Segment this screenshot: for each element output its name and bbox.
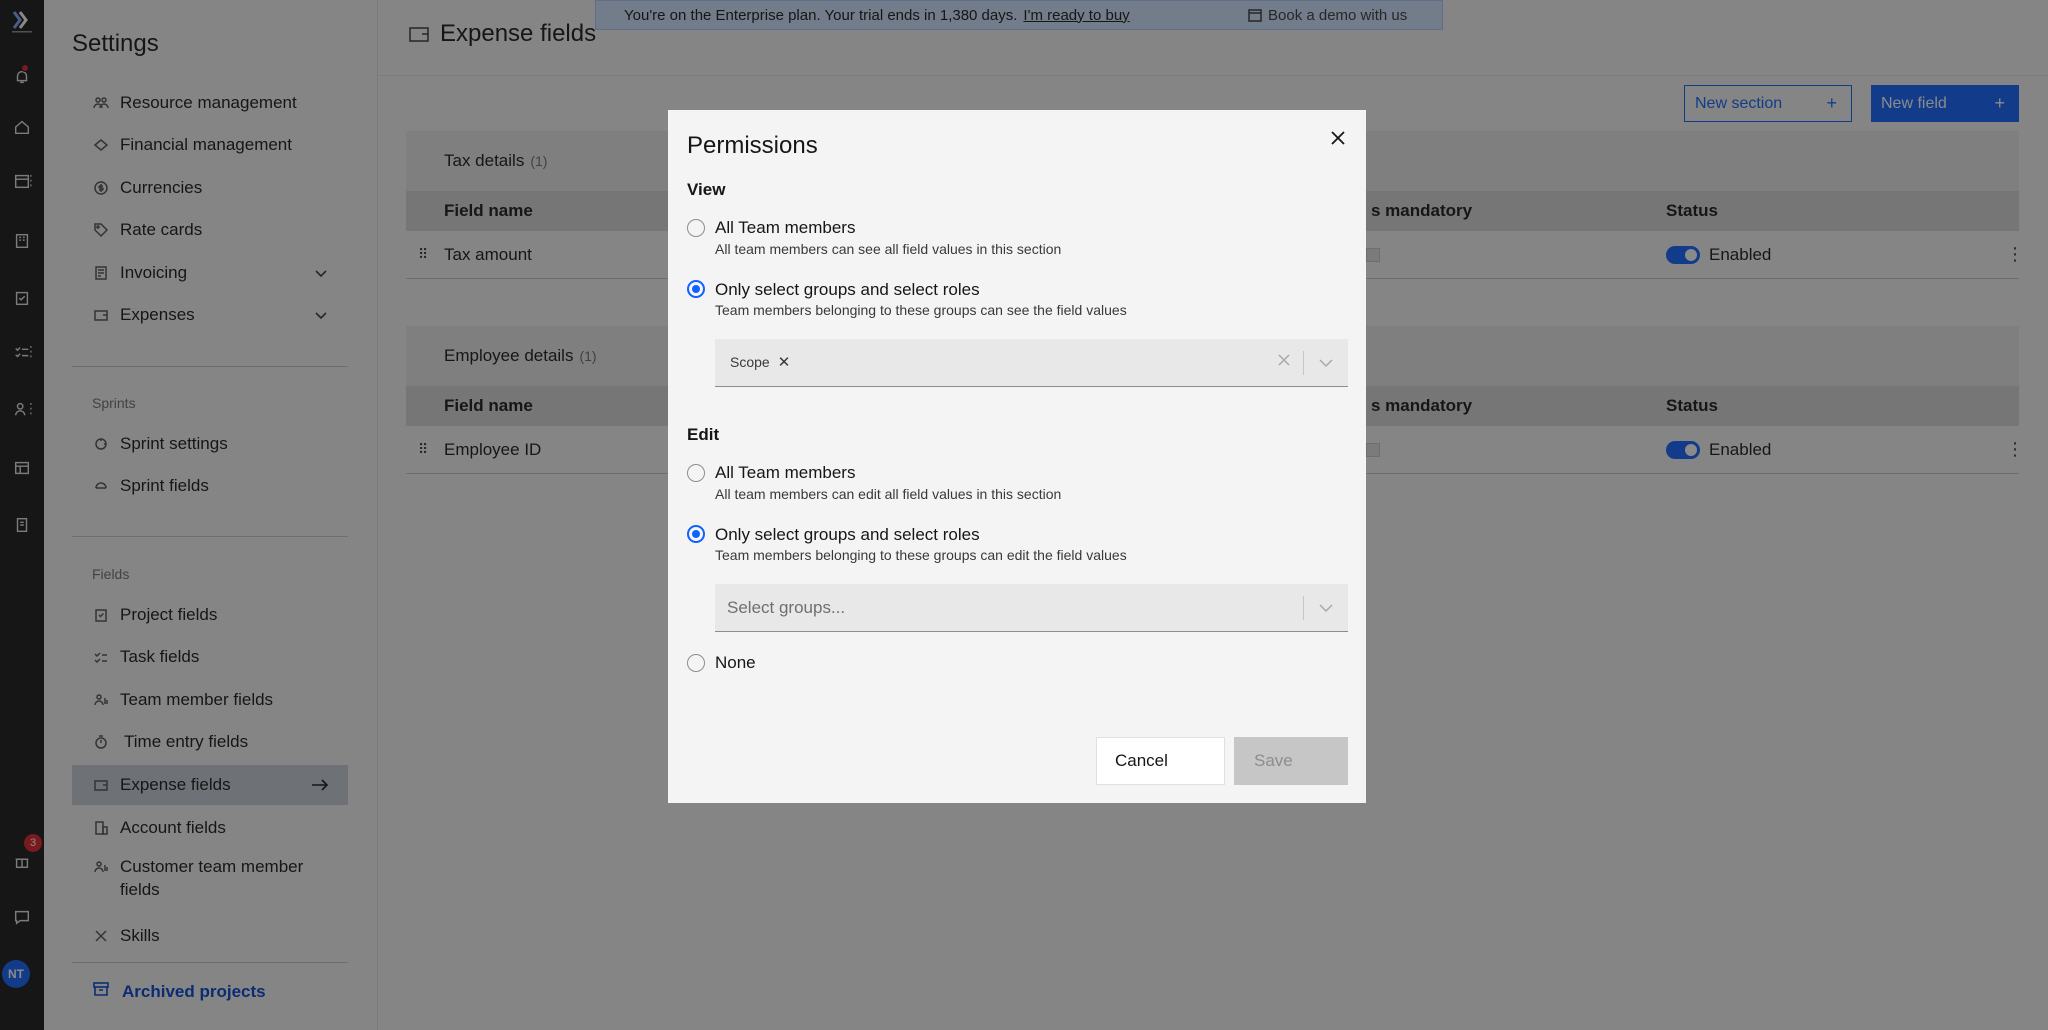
view-select-desc: Team members belonging to these groups c… — [715, 302, 1127, 318]
save-button[interactable]: Save — [1234, 737, 1348, 785]
permissions-modal: Permissions View All Team members All te… — [668, 110, 1366, 803]
edit-all-title: All Team members — [715, 463, 856, 482]
chevron-down-icon[interactable] — [1317, 354, 1335, 372]
view-select-title: Only select groups and select roles — [715, 280, 980, 299]
clear-icon[interactable] — [1275, 351, 1293, 369]
view-all-radio[interactable] — [687, 219, 705, 237]
scope-tag: Scope ✕ — [730, 353, 791, 371]
view-groups-select[interactable]: Scope ✕ — [715, 339, 1348, 387]
divider — [1303, 596, 1304, 620]
remove-tag-icon[interactable]: ✕ — [778, 353, 791, 371]
edit-label: Edit — [687, 425, 720, 444]
cancel-button[interactable]: Cancel — [1096, 737, 1225, 785]
view-select-radio[interactable] — [687, 280, 705, 298]
edit-groups-select[interactable]: Select groups... — [715, 584, 1348, 632]
edit-none-title: None — [715, 653, 756, 672]
edit-all-radio[interactable] — [687, 464, 705, 482]
divider — [1303, 351, 1304, 375]
close-icon[interactable] — [1328, 128, 1348, 148]
edit-select-desc: Team members belonging to these groups c… — [715, 547, 1127, 563]
view-label: View — [687, 180, 726, 199]
edit-all-desc: All team members can edit all field valu… — [715, 486, 1062, 502]
view-all-title: All Team members — [715, 218, 856, 237]
modal-title: Permissions — [687, 132, 818, 159]
chevron-down-icon[interactable] — [1317, 599, 1335, 617]
view-all-desc: All team members can see all field value… — [715, 241, 1062, 257]
select-placeholder: Select groups... — [727, 598, 846, 617]
edit-none-radio[interactable] — [687, 654, 705, 672]
edit-select-title: Only select groups and select roles — [715, 525, 980, 544]
edit-select-radio[interactable] — [687, 525, 705, 543]
